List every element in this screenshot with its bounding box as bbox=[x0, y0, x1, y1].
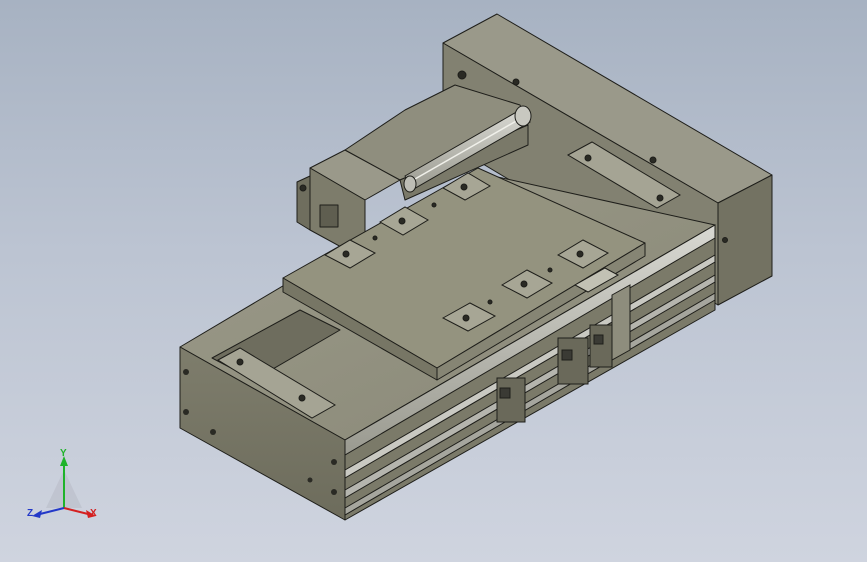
x-axis-label: X bbox=[90, 508, 97, 519]
x-axis-line bbox=[63, 507, 89, 515]
y-axis-label: Y bbox=[60, 448, 67, 459]
cad-viewport[interactable]: Y X Z bbox=[0, 0, 867, 562]
orientation-triad: Y X Z bbox=[27, 448, 97, 519]
z-axis-line bbox=[39, 507, 65, 515]
z-axis-label: Z bbox=[27, 508, 33, 519]
z-axis-arrow bbox=[32, 510, 42, 518]
